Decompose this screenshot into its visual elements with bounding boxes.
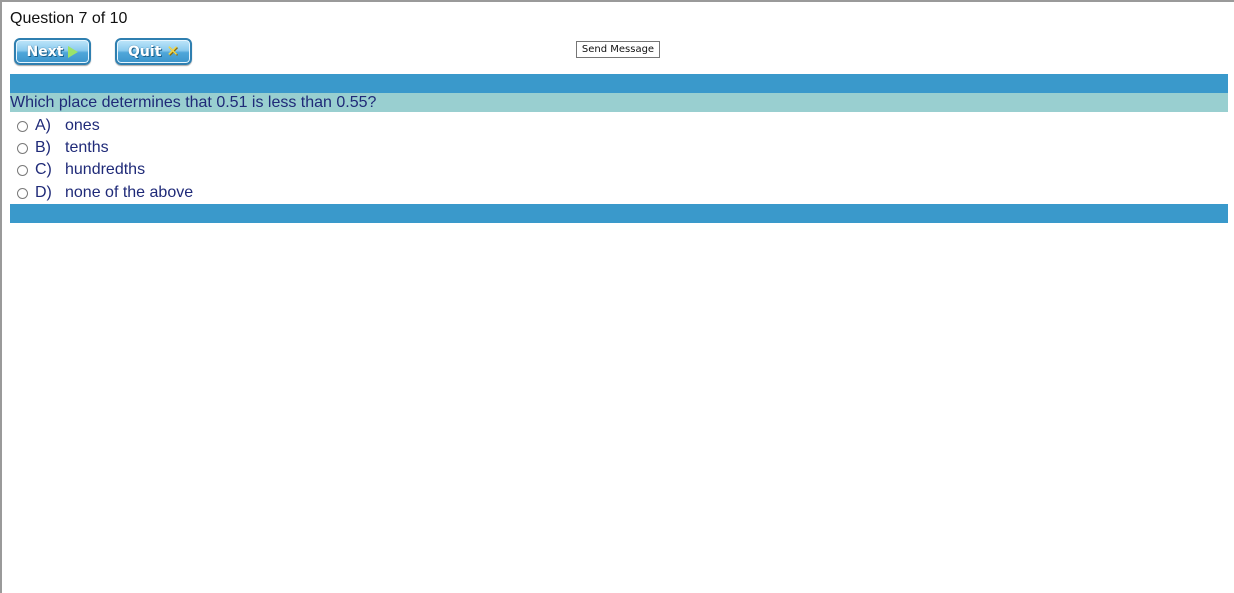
radio-button[interactable] xyxy=(17,164,28,176)
x-icon: ✕ xyxy=(166,42,179,60)
question-progress: Question 7 of 10 xyxy=(10,10,128,27)
option-text: hundredths xyxy=(65,161,146,178)
radio-button[interactable] xyxy=(17,120,28,132)
option-letter: B) xyxy=(35,139,51,156)
option-a[interactable]: A) ones xyxy=(17,116,100,136)
radio-button[interactable] xyxy=(17,187,28,199)
quit-button[interactable]: Quit ✕ xyxy=(115,38,192,65)
option-d[interactable]: D) none of the above xyxy=(17,183,193,203)
next-button-label: Next xyxy=(26,43,64,60)
header-band xyxy=(10,74,1228,93)
footer-band xyxy=(10,204,1228,223)
option-b[interactable]: B) tenths xyxy=(17,138,109,158)
play-arrow-icon xyxy=(68,45,79,58)
quit-button-label: Quit xyxy=(128,43,162,60)
question-row: Which place determines that 0.51 is less… xyxy=(10,93,1228,112)
option-text: tenths xyxy=(65,139,109,156)
option-c[interactable]: C) hundredths xyxy=(17,160,145,180)
option-text: ones xyxy=(65,117,100,134)
option-text: none of the above xyxy=(65,184,194,201)
option-letter: A) xyxy=(35,117,51,134)
send-message-button[interactable]: Send Message xyxy=(576,41,660,58)
radio-button[interactable] xyxy=(17,142,28,154)
option-letter: D) xyxy=(35,184,52,201)
option-letter: C) xyxy=(35,161,52,178)
question-text: Which place determines that 0.51 is less… xyxy=(10,94,377,111)
next-button[interactable]: Next xyxy=(14,38,91,65)
